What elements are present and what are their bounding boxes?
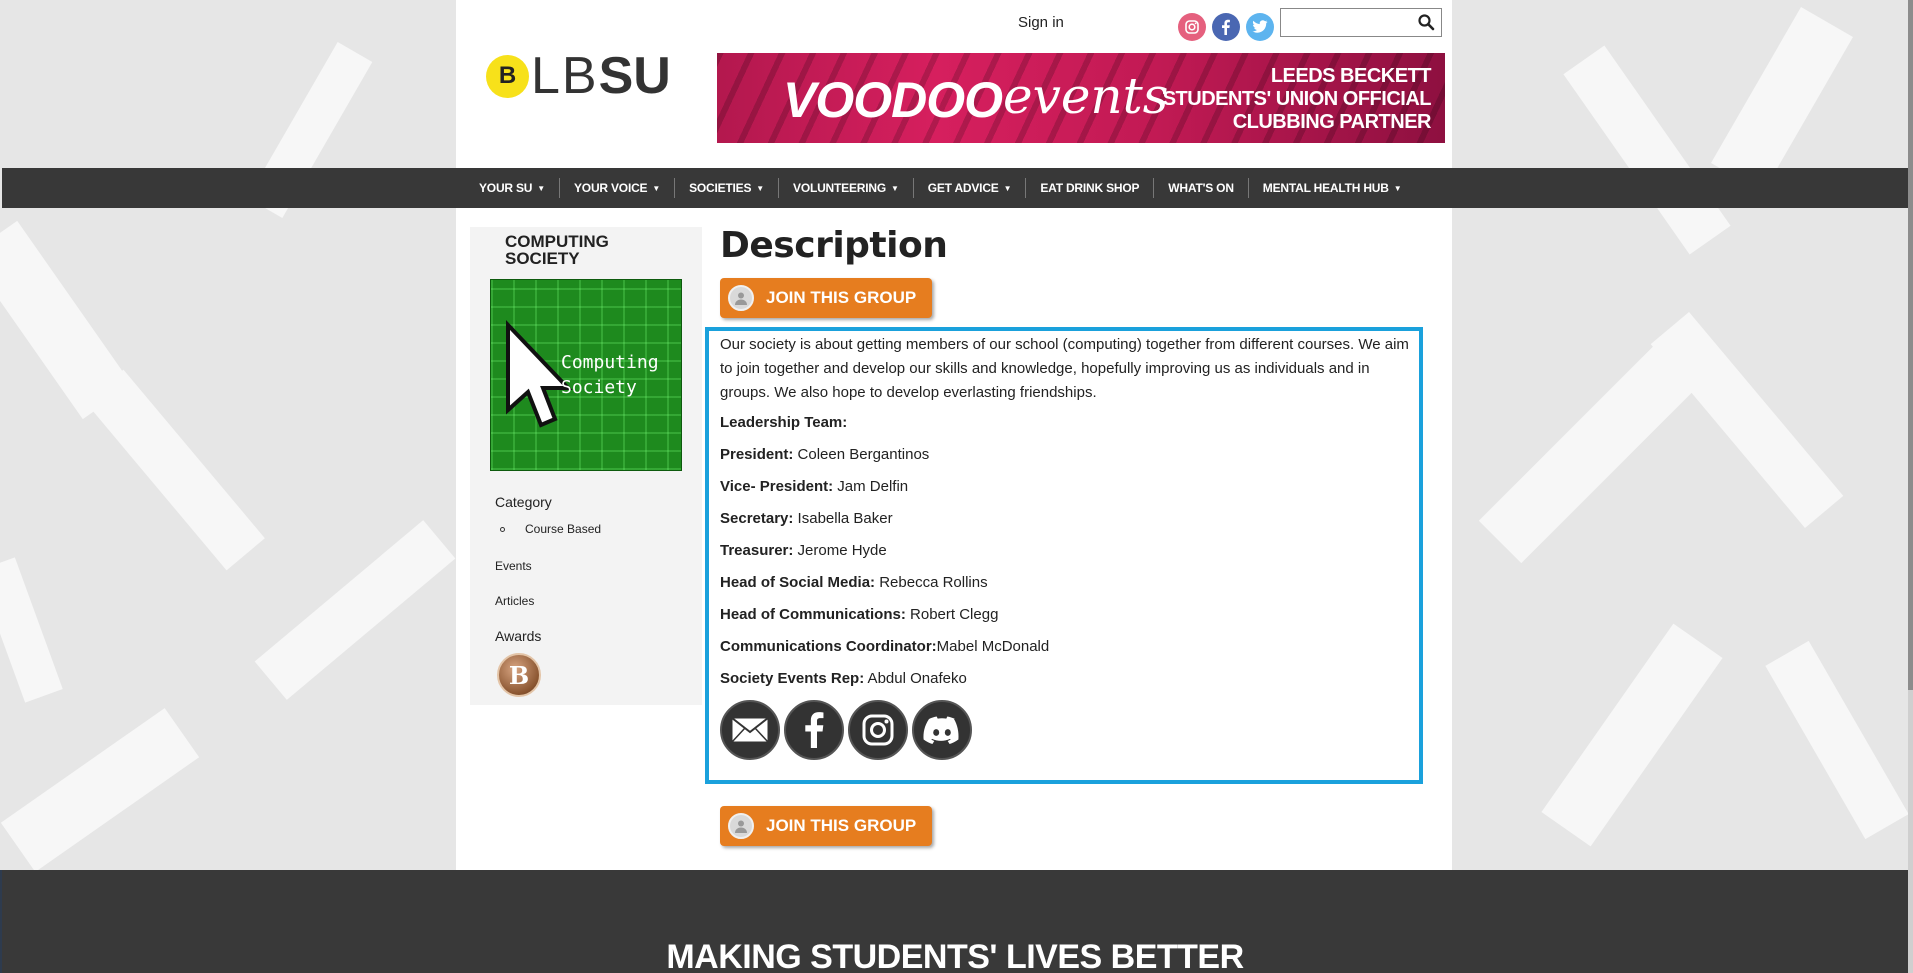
banner-brand-script: events xyxy=(1003,67,1169,125)
join-group-button-bottom[interactable]: JOIN THIS GROUP xyxy=(720,806,932,846)
leadership-role: Head of Social Media: Rebecca Rollins xyxy=(720,574,988,591)
caret-down-icon: ▼ xyxy=(1003,183,1012,193)
email-icon[interactable] xyxy=(720,700,780,760)
discord-icon[interactable] xyxy=(912,700,972,760)
leadership-role: Vice- President: Jam Delfin xyxy=(720,478,909,495)
caret-down-icon: ▼ xyxy=(537,183,545,193)
facebook-icon[interactable] xyxy=(784,700,844,760)
page-title: Description xyxy=(720,225,948,266)
user-icon xyxy=(728,813,754,839)
leadership-role: Head of Communications: Robert Clegg xyxy=(720,606,999,623)
caret-down-icon: ▼ xyxy=(890,183,899,193)
nav-item-your-voice[interactable]: YOUR VOICE ▼ xyxy=(560,178,676,198)
leadership-role: President: Coleen Bergantinos xyxy=(720,446,930,463)
site-footer: MAKING STUDENTS' LIVES BETTER xyxy=(2,870,1908,973)
category-item[interactable]: Course Based xyxy=(500,522,601,536)
lbsu-logo[interactable]: B LB SU xyxy=(486,47,671,105)
search-input[interactable] xyxy=(1280,8,1442,37)
bronze-award-badge[interactable]: B xyxy=(497,653,541,697)
facebook-icon[interactable] xyxy=(1212,13,1240,41)
leadership-role: Communications Coordinator:Mabel McDonal… xyxy=(720,638,1050,655)
join-group-button[interactable]: JOIN THIS GROUP xyxy=(720,278,932,318)
logo-mark: B xyxy=(486,54,529,98)
user-icon xyxy=(728,285,754,311)
nav-item-get-advice[interactable]: GET ADVICE ▼ xyxy=(914,178,1027,198)
scrollbar-thumb[interactable] xyxy=(1908,0,1913,690)
search-icon[interactable] xyxy=(1417,13,1435,31)
instagram-icon[interactable] xyxy=(1178,13,1206,41)
background-pattern-left xyxy=(0,0,456,870)
caret-down-icon: ▼ xyxy=(652,183,661,193)
leadership-role: Society Events Rep: Abdul Onafeko xyxy=(720,670,967,687)
instagram-icon[interactable] xyxy=(848,700,908,760)
logo-text-light: LB xyxy=(531,47,599,105)
banner-tagline: LEEDS BECKETT STUDENTS' UNION OFFICIAL C… xyxy=(1162,65,1432,133)
banner-brand: VOODOO xyxy=(783,72,1003,128)
footer-title: MAKING STUDENTS' LIVES BETTER xyxy=(666,938,1244,973)
twitter-icon[interactable] xyxy=(1246,13,1274,41)
group-name: COMPUTING SOCIETY xyxy=(505,232,609,268)
events-link[interactable]: Events xyxy=(495,559,532,573)
group-image-caption: Computing Society xyxy=(561,352,659,398)
group-logo-image: Computing Society xyxy=(490,279,682,471)
caret-down-icon: ▼ xyxy=(1393,183,1402,193)
nav-item-societies[interactable]: SOCIETIES ▼ xyxy=(675,178,780,198)
main-navigation: YOUR SU ▼ YOUR VOICE ▼ SOCIETIES ▼ VOLUNTEERIN… xyxy=(2,168,1908,208)
articles-link[interactable]: Articles xyxy=(495,594,534,608)
background-pattern-right xyxy=(1452,0,1913,870)
caret-down-icon: ▼ xyxy=(756,183,765,193)
category-heading: Category xyxy=(495,494,552,510)
voodoo-events-banner[interactable]: VOODOO events LEEDS BECKETT STUDENTS' UN… xyxy=(717,53,1445,143)
leadership-heading: Leadership Team: xyxy=(720,414,848,431)
sign-in-link[interactable]: Sign in xyxy=(1018,14,1064,31)
awards-heading: Awards xyxy=(495,628,542,644)
nav-item-volunteering[interactable]: VOLUNTEERING ▼ xyxy=(779,178,914,198)
group-description: Our society is about getting members of … xyxy=(720,336,1409,401)
logo-text-bold: SU xyxy=(598,47,671,105)
leadership-role: Treasurer: Jerome Hyde xyxy=(720,542,887,559)
nav-item-what-s-on[interactable]: WHAT'S ON xyxy=(1154,178,1249,198)
leadership-role: Secretary: Isabella Baker xyxy=(720,510,893,527)
nav-item-mental-health-hub[interactable]: MENTAL HEALTH HUB ▼ xyxy=(1249,178,1416,198)
nav-item-eat-drink-shop[interactable]: EAT DRINK SHOP xyxy=(1026,178,1155,198)
nav-item-your-su[interactable]: YOUR SU ▼ xyxy=(465,178,560,198)
